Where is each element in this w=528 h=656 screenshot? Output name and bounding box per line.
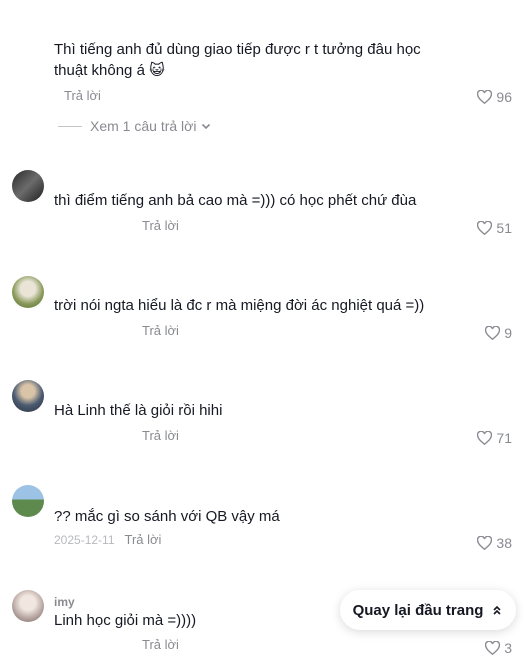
comment-meta: Trả lời [54, 637, 179, 652]
divider [58, 125, 82, 127]
comment-username[interactable]: imy [54, 595, 75, 609]
reply-button[interactable]: Trả lời [142, 218, 179, 233]
back-to-top-button[interactable]: Quay lại đầu trang [340, 590, 516, 630]
double-chevron-up-icon [493, 605, 502, 615]
like-button[interactable]: 96 [477, 89, 512, 105]
comment-meta: Trả lời [54, 428, 179, 443]
comment-date: 2025-12-11 [54, 532, 115, 547]
comment-text: ?? mắc gì so sánh với QB vậy má [54, 508, 280, 525]
reply-button[interactable]: Trả lời [64, 88, 101, 103]
heart-icon [485, 641, 501, 655]
comment-meta: Trả lời [54, 218, 179, 233]
heart-icon [477, 431, 493, 445]
avatar[interactable] [12, 170, 44, 202]
heart-icon [477, 221, 493, 235]
comment-text: Hà Linh thế là giỏi rồi hihi [54, 402, 223, 419]
like-button[interactable]: 9 [485, 325, 512, 341]
like-count: 51 [496, 220, 512, 236]
reply-button[interactable]: Trả lời [142, 637, 179, 652]
comment-text: Thì tiếng anh đủ dùng giao tiếp được r t… [54, 39, 454, 81]
comment-meta: 2025-12-11 Trả lời [54, 532, 161, 547]
like-button[interactable]: 38 [477, 535, 512, 551]
comment-meta: Trả lời [54, 88, 101, 103]
like-button[interactable]: 51 [477, 220, 512, 236]
heart-icon [485, 326, 501, 340]
like-count: 71 [496, 430, 512, 446]
avatar[interactable] [12, 485, 44, 517]
like-button[interactable]: 3 [485, 640, 512, 656]
emoji-icon: 😺 [149, 62, 165, 79]
view-replies-button[interactable]: Xem 1 câu trả lời [58, 118, 212, 134]
reply-button[interactable]: Trả lời [125, 532, 162, 547]
avatar[interactable] [12, 590, 44, 622]
reply-button[interactable]: Trả lời [142, 428, 179, 443]
avatar[interactable] [12, 276, 44, 308]
like-count: 38 [496, 535, 512, 551]
chevron-down-icon [202, 123, 211, 130]
heart-icon [477, 536, 493, 550]
avatar[interactable] [12, 380, 44, 412]
like-count: 3 [504, 640, 512, 656]
comment-text: trời nói ngta hiểu là đc r mà miệng đời … [54, 297, 425, 314]
like-count: 9 [504, 325, 512, 341]
view-replies-label: Xem 1 câu trả lời [90, 118, 197, 134]
comment-text: thì điểm tiếng anh bả cao mà =))) có học… [54, 192, 417, 209]
comment-meta: Trả lời [54, 323, 179, 338]
reply-button[interactable]: Trả lời [142, 323, 179, 338]
like-button[interactable]: 71 [477, 430, 512, 446]
back-to-top-label: Quay lại đầu trang [352, 601, 484, 619]
like-count: 96 [496, 89, 512, 105]
comment-text-body: Thì tiếng anh đủ dùng giao tiếp được r t… [54, 41, 421, 79]
heart-icon [477, 90, 493, 104]
